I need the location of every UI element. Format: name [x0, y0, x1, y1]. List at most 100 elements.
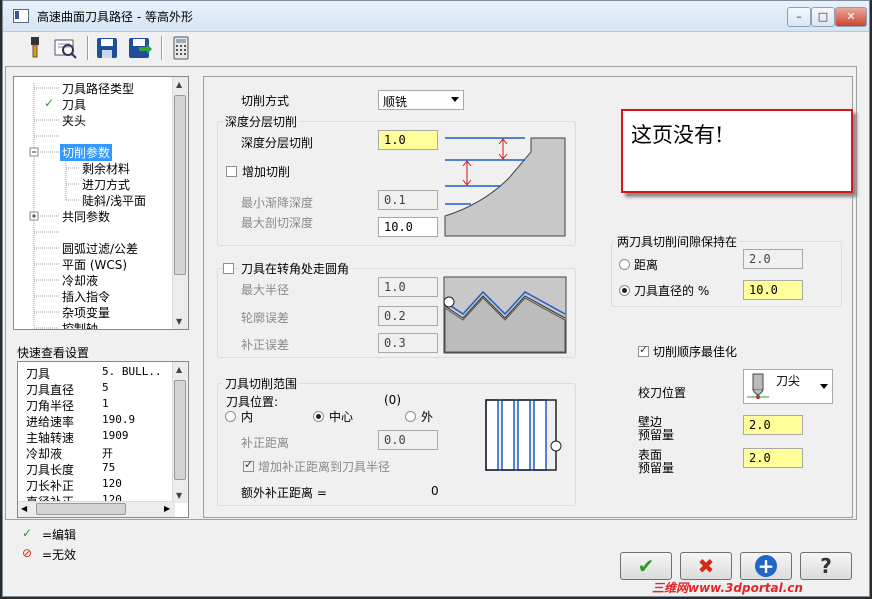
- tool-pos-ref-label: 校刀位置: [638, 386, 687, 400]
- gap-group-title: 两刀具切削间隙保持在: [615, 233, 740, 250]
- parameter-tree[interactable]: 刀具路径类型 ✓ 刀具 夹头 切削参数 剩余材料 进刀方式 陡斜/浅平面 共同参…: [13, 76, 189, 330]
- floor-stock-input[interactable]: 2.0: [743, 448, 803, 468]
- cancel-button[interactable]: ✖: [680, 552, 732, 580]
- gap-distance-input[interactable]: 2.0: [743, 249, 803, 269]
- preview-icon[interactable]: [51, 35, 79, 61]
- depth-group-title: 深度分层切削: [223, 113, 300, 130]
- add-comp-label: 增加补正距离到刀具半径: [258, 460, 391, 474]
- profile-tol-label: 轮廓误差: [241, 311, 290, 325]
- tree-item-remaining-stock[interactable]: 剩余材料: [82, 160, 130, 177]
- radio-inside[interactable]: [225, 411, 236, 422]
- quick-view-scrollbar[interactable]: ▲ ▼: [172, 362, 188, 503]
- tree-item-path-type[interactable]: 刀具路径类型: [62, 80, 134, 97]
- scroll-left-icon[interactable]: ◀: [21, 504, 27, 513]
- export-icon[interactable]: [125, 35, 153, 61]
- quick-view-hscrollbar[interactable]: ◀ ▶: [18, 501, 175, 517]
- list-item: 刀长补正 120: [26, 477, 122, 493]
- max-radius-label: 最大半径: [241, 283, 290, 297]
- tree-item-coolant[interactable]: 冷却液: [62, 272, 98, 289]
- offset-tol-input[interactable]: 0.3: [378, 333, 438, 353]
- maximize-button[interactable]: □: [811, 7, 835, 27]
- radio-outside[interactable]: [405, 411, 416, 422]
- ok-button[interactable]: ✔: [620, 552, 672, 580]
- scroll-up-icon[interactable]: ▲: [176, 365, 182, 374]
- tree-item-entry[interactable]: 进刀方式: [82, 176, 130, 193]
- app-icon: [13, 9, 29, 23]
- save-icon[interactable]: [93, 35, 121, 61]
- check-icon: ✔: [637, 554, 655, 578]
- corner-round-label: 刀具在转角处走圆角: [239, 260, 352, 277]
- radio-outside-label: 外: [421, 410, 434, 424]
- tree-item-plane[interactable]: 平面 (WCS): [62, 256, 127, 273]
- tree-item-tool[interactable]: 刀具: [62, 96, 86, 113]
- help-button[interactable]: ?: [800, 552, 852, 580]
- x-icon: ✖: [697, 554, 715, 578]
- profile-tol-input[interactable]: 0.2: [378, 306, 438, 326]
- cut-method-label: 切削方式: [241, 94, 290, 108]
- wall-stock-input[interactable]: 2.0: [743, 415, 803, 435]
- legend-invalid: =无效: [42, 548, 77, 562]
- radio-distance[interactable]: [619, 259, 630, 270]
- optimize-order-checkbox[interactable]: [638, 343, 649, 357]
- scroll-up-icon[interactable]: ▲: [176, 80, 182, 89]
- list-item: 进给速率 190.9: [26, 413, 136, 429]
- min-depth-input[interactable]: 0.1: [378, 190, 438, 210]
- corner-round-checkbox[interactable]: [223, 263, 234, 274]
- tree-item-common-params[interactable]: 共同参数: [62, 208, 110, 225]
- range-group-title: 刀具切削范围: [223, 375, 300, 392]
- chevron-down-icon: [451, 97, 459, 102]
- radio-distance-label: 距离: [634, 258, 659, 272]
- min-depth-label: 最小渐降深度: [241, 196, 314, 210]
- comp-dist-label: 补正距离: [241, 436, 290, 450]
- scroll-down-icon[interactable]: ▼: [176, 491, 182, 500]
- offset-tol-label: 补正误差: [241, 338, 290, 352]
- depth-step-label: 深度分层切削: [241, 136, 314, 150]
- edited-check-icon: ✓: [44, 96, 55, 110]
- tree-item-misc-values[interactable]: 杂项变量: [62, 304, 110, 321]
- list-item: 刀具长度 75: [26, 461, 116, 477]
- add-comp-checkbox[interactable]: [243, 458, 254, 472]
- radio-inside-label: 内: [241, 410, 254, 424]
- close-button[interactable]: ✕: [835, 7, 867, 27]
- tree-item-arc-filter[interactable]: 圆弧过滤/公差: [62, 240, 138, 257]
- comp-dist-input[interactable]: 0.0: [378, 430, 438, 450]
- optimize-order-label: 切削顺序最佳化: [653, 345, 738, 359]
- scroll-right-icon[interactable]: ▶: [164, 504, 170, 513]
- toolbar: [3, 32, 869, 66]
- max-radius-input[interactable]: 1.0: [378, 277, 438, 297]
- max-depth-input[interactable]: 10.0: [378, 217, 438, 237]
- extra-comp-value: 0: [431, 484, 439, 498]
- radio-percent-label: 刀具直径的 %: [634, 284, 710, 298]
- tree-item-cut-params[interactable]: 切削参数: [60, 144, 113, 161]
- gap-percent-input[interactable]: 10.0: [743, 280, 803, 300]
- tree-item-steep-shallow[interactable]: 陡斜/浅平面: [82, 192, 146, 209]
- title-bar: 高速曲面刀具路径 - 等高外形 – □ ✕: [3, 1, 869, 32]
- quick-view-list[interactable]: 刀具 5. BULL.. 刀具直径 5 刀角半径 1 进给速率 190.9 主轴转速 19…: [17, 361, 189, 518]
- tree-item-holder[interactable]: 夹头: [62, 112, 86, 129]
- tree-item-canned-text[interactable]: 插入指令: [62, 288, 110, 305]
- depth-diagram: [444, 137, 566, 237]
- radio-center-label: 中心: [329, 410, 354, 424]
- scroll-thumb[interactable]: [174, 95, 186, 275]
- quick-view-title: 快速查看设置: [17, 346, 90, 360]
- hscroll-thumb[interactable]: [36, 503, 126, 515]
- chevron-down-icon: [820, 384, 828, 389]
- minimize-button[interactable]: –: [787, 7, 811, 27]
- toolbar-separator: [87, 36, 89, 60]
- tool-icon[interactable]: [21, 35, 49, 61]
- add-button[interactable]: +: [740, 552, 792, 580]
- extra-comp-label: 额外补正距离 =: [241, 486, 327, 500]
- depth-step-input[interactable]: 1.0: [378, 130, 438, 150]
- scroll-down-icon[interactable]: ▼: [176, 317, 182, 326]
- cut-method-select[interactable]: 顺铣: [378, 90, 464, 110]
- tree-item-axis-control[interactable]: 控制轴: [62, 320, 98, 329]
- list-item: 刀具直径 5: [26, 381, 109, 397]
- add-cut-checkbox[interactable]: [226, 166, 237, 177]
- radio-center[interactable]: [313, 411, 324, 422]
- tool-pos-count: (0): [384, 393, 401, 407]
- scroll-thumb[interactable]: [174, 380, 186, 480]
- tool-pos-ref-select[interactable]: 刀尖: [743, 369, 833, 404]
- tree-scrollbar[interactable]: ▲ ▼: [172, 77, 188, 329]
- radio-percent[interactable]: [619, 285, 630, 296]
- calculator-icon[interactable]: [167, 35, 195, 61]
